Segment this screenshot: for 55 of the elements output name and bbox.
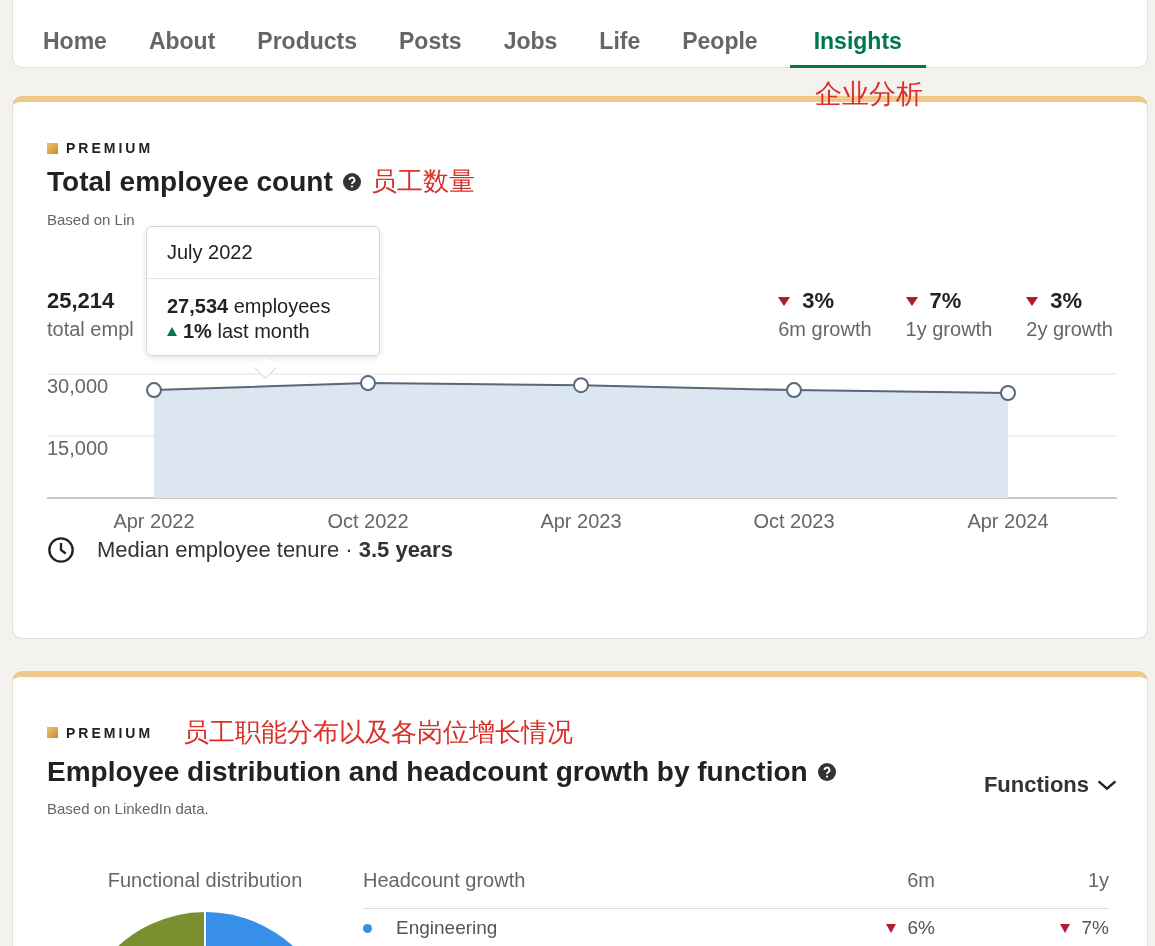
column-heading: Headcount growth — [363, 869, 527, 892]
growth-value: 3% — [1050, 288, 1083, 314]
nav-tab[interactable]: People — [672, 0, 768, 68]
data-point[interactable] — [146, 382, 162, 399]
help-icon[interactable] — [817, 763, 836, 781]
growth-label: 6m growth — [778, 318, 872, 341]
source-note: Based on Lin — [47, 211, 136, 228]
functions-dropdown[interactable]: Functions — [983, 772, 1117, 798]
nav-tab[interactable]: Posts — [389, 0, 472, 68]
axis-tick-label: 15,000 — [47, 437, 109, 459]
nav-tab[interactable]: About — [138, 0, 226, 68]
card-title: Total employee count — [47, 165, 333, 198]
tooltip-change: 1% last month — [183, 320, 310, 343]
annotation-text: 员工数量 — [370, 165, 475, 198]
axis-tick-label: 30,000 — [47, 375, 109, 397]
annotation-text: 员工职能分布以及各岗位增长情况 — [183, 716, 574, 749]
growth-value: 6% — [907, 917, 935, 939]
premium-label: PREMIUM — [66, 724, 154, 741]
help-icon[interactable] — [342, 172, 361, 191]
function-name: Engineering — [396, 917, 498, 939]
column-heading: 1y — [1086, 869, 1109, 892]
nav-tab[interactable]: Jobs — [493, 0, 568, 68]
source-note: Based on LinkedIn data. — [47, 800, 209, 817]
clock-icon — [47, 536, 75, 564]
data-point[interactable] — [360, 375, 376, 392]
total-label: total empl — [47, 318, 134, 341]
nav-tab[interactable]: Insights — [789, 0, 926, 68]
tooltip-date: July 2022 — [147, 227, 379, 279]
nav-tab[interactable]: Products — [247, 0, 367, 68]
axis-tick-label: Apr 2024 — [967, 510, 1049, 532]
growth-value: 7% — [1081, 917, 1109, 939]
annotation-text: 企业分析 — [815, 78, 923, 109]
tooltip-count: 27,534 employees — [167, 295, 332, 318]
axis-tick-label: Oct 2022 — [327, 510, 409, 532]
growth-label: 2y growth — [1026, 318, 1113, 341]
data-point[interactable] — [786, 382, 802, 399]
column-heading: 6m — [906, 869, 935, 892]
nav-tab[interactable]: Life — [589, 0, 651, 68]
premium-label: PREMIUM — [66, 140, 154, 156]
axis-tick-label: Apr 2023 — [540, 510, 622, 532]
column-heading: Functional distribution — [107, 869, 303, 892]
axis-tick-label: Oct 2023 — [753, 510, 835, 532]
growth-label: 1y growth — [905, 318, 993, 341]
nav-tab[interactable]: Home — [33, 0, 117, 68]
tenure-text: Median employee tenure · 3.5 years — [97, 537, 453, 563]
card-title: Employee distribution and headcount growth by function — [47, 756, 808, 788]
premium-icon — [47, 727, 58, 738]
growth-value: 7% — [929, 288, 962, 314]
premium-icon — [47, 142, 58, 154]
axis-tick-label: Apr 2022 — [113, 510, 195, 532]
total-count: 25,214 — [47, 288, 116, 314]
data-point[interactable] — [1000, 385, 1016, 401]
chevron-down-icon — [1097, 779, 1117, 791]
data-point[interactable] — [573, 377, 589, 394]
growth-value: 3% — [802, 288, 834, 314]
